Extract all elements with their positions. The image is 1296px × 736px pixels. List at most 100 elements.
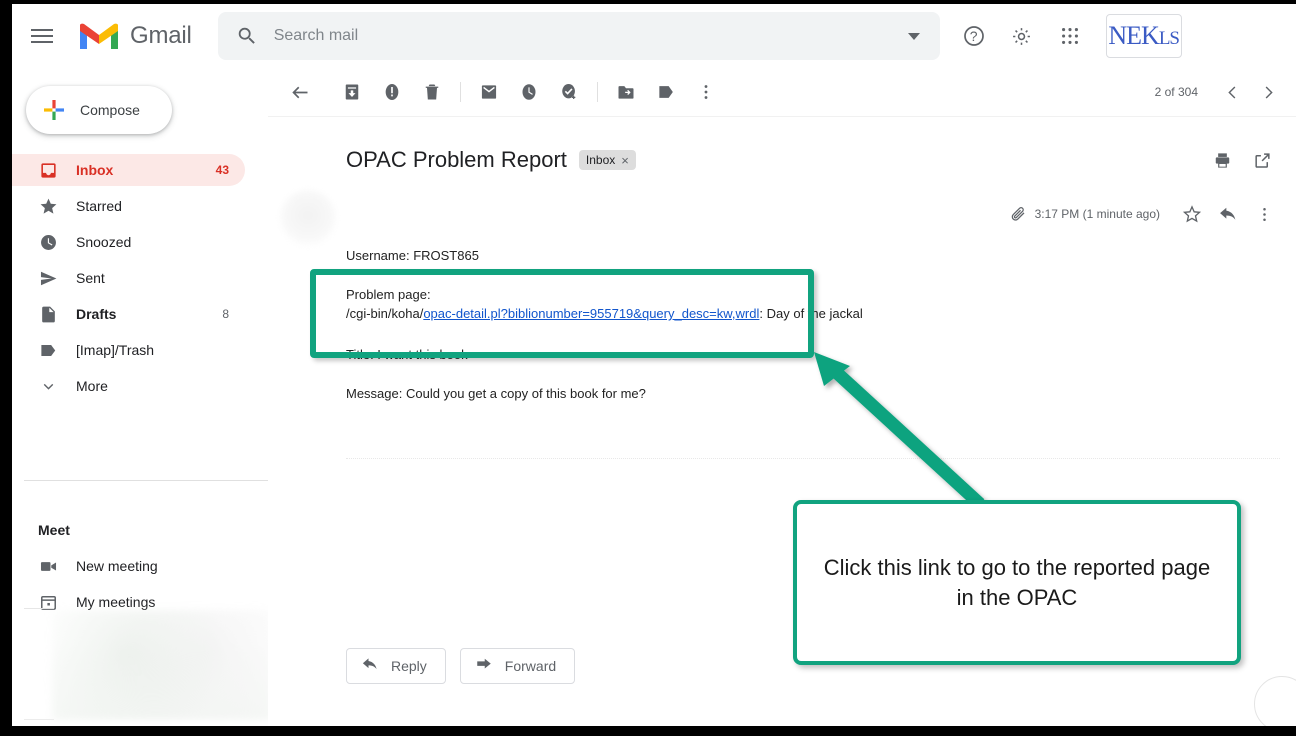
decorative-divider: [24, 608, 54, 609]
calendar-icon: [38, 592, 58, 612]
sidebar-item-new-meeting[interactable]: New meeting: [12, 550, 245, 582]
delete-icon[interactable]: [412, 72, 452, 112]
labels-icon[interactable]: [646, 72, 686, 112]
email-header-actions: [1202, 140, 1282, 180]
sidebar-item-snoozed[interactable]: Snoozed: [12, 226, 245, 258]
chevron-down-icon: [38, 376, 58, 396]
search-bar[interactable]: [217, 12, 940, 60]
page-title: OPAC Problem Report: [346, 147, 567, 172]
gmail-window: Gmail ?: [12, 4, 1296, 726]
plus-icon: [42, 98, 66, 122]
video-camera-icon: [38, 556, 58, 576]
add-to-tasks-icon[interactable]: [549, 72, 589, 112]
move-to-icon[interactable]: [606, 72, 646, 112]
sidebar: Compose Inbox 43 Starred Snoozed Sent Dr…: [12, 68, 272, 726]
gear-icon[interactable]: [1000, 14, 1044, 58]
email-actions: Reply Forward: [346, 648, 576, 684]
reply-button[interactable]: Reply: [346, 648, 446, 684]
more-vertical-icon[interactable]: [1246, 196, 1282, 232]
clock-icon: [38, 232, 58, 252]
label-icon: [38, 340, 58, 360]
sidebar-item-starred[interactable]: Starred: [12, 190, 245, 222]
label-chip-text: Inbox: [585, 153, 616, 167]
sender-avatar-placeholder: [280, 190, 336, 246]
inbox-icon: [38, 160, 58, 180]
email-toolbar: 2 of 304: [268, 68, 1296, 117]
sidebar-item-count: 8: [222, 307, 229, 321]
sidebar-item-label: Sent: [76, 270, 105, 286]
help-circle-icon[interactable]: ?: [952, 14, 996, 58]
gmail-wordmark: Gmail: [130, 22, 192, 49]
toolbar-divider: [460, 82, 461, 102]
pagination: 2 of 304: [1155, 68, 1286, 116]
search-options-chevron-down-icon[interactable]: [907, 32, 920, 40]
sidebar-item-sent[interactable]: Sent: [12, 262, 245, 294]
archive-icon[interactable]: [332, 72, 372, 112]
gmail-m-logo-icon: [78, 20, 120, 52]
message-line: Message: Could you get a copy of this bo…: [346, 386, 646, 401]
decorative-divider: [24, 719, 54, 720]
chevron-left-icon[interactable]: [1214, 74, 1250, 110]
sidebar-item-drafts[interactable]: Drafts 8: [12, 298, 245, 330]
star-outline-icon[interactable]: [1174, 196, 1210, 232]
reply-arrow-icon[interactable]: [1210, 196, 1246, 232]
print-icon[interactable]: [1202, 140, 1242, 180]
pagination-count: 2 of 304: [1154, 85, 1198, 99]
annotation-callout: Click this link to go to the reported pa…: [793, 500, 1241, 665]
chat-bubble-placeholder[interactable]: [1254, 676, 1296, 726]
sidebar-item-label: Inbox: [76, 162, 114, 178]
compose-label: Compose: [80, 102, 140, 118]
back-arrow-icon[interactable]: [280, 72, 320, 112]
report-spam-icon[interactable]: [372, 72, 412, 112]
reply-arrow-icon: [361, 655, 379, 678]
sidebar-item-label: My meetings: [76, 594, 156, 610]
sidebar-item-more[interactable]: More: [12, 370, 245, 402]
forward-button[interactable]: Forward: [459, 648, 576, 684]
sidebar-item-label: [Imap]/Trash: [76, 342, 155, 358]
toolbar-divider: [597, 82, 598, 102]
forward-button-label: Forward: [504, 658, 557, 674]
open-in-new-icon[interactable]: [1242, 140, 1282, 180]
forward-arrow-icon: [475, 655, 493, 678]
hamburger-menu-icon[interactable]: [18, 12, 66, 60]
star-icon: [38, 196, 58, 216]
meet-section-title: Meet: [38, 522, 70, 538]
sidebar-nav-list: Inbox 43 Starred Snoozed Sent Drafts 8 […: [12, 154, 245, 402]
search-icon: [236, 25, 258, 47]
email-subject-row: OPAC Problem Report Inbox ×: [268, 132, 1296, 188]
email-body-divider: [346, 458, 1280, 459]
mark-unread-icon[interactable]: [469, 72, 509, 112]
sidebar-item-label: Drafts: [76, 306, 117, 322]
search-input[interactable]: [273, 27, 908, 45]
compose-button[interactable]: Compose: [26, 86, 172, 134]
avatar-initials: NEKLS: [1108, 21, 1180, 50]
reply-button-label: Reply: [391, 658, 427, 674]
email-timestamp: 3:17 PM (1 minute ago): [1034, 207, 1160, 221]
avatar[interactable]: NEKLS: [1105, 14, 1182, 58]
close-icon[interactable]: ×: [621, 153, 629, 168]
snooze-icon[interactable]: [509, 72, 549, 112]
username-line: Username: FROST865: [346, 248, 479, 263]
sidebar-item-label: New meeting: [76, 558, 158, 574]
sidebar-item-label: Snoozed: [76, 234, 132, 250]
draft-icon: [38, 304, 58, 324]
annotation-callout-text: Click this link to go to the reported pa…: [823, 554, 1211, 610]
sidebar-item-count: 43: [215, 163, 229, 177]
email-meta-row: 3:17 PM (1 minute ago): [1009, 196, 1282, 232]
sidebar-item-imap-trash[interactable]: [Imap]/Trash: [12, 334, 245, 366]
sidebar-item-label: Starred: [76, 198, 122, 214]
blurred-content-ghost: [52, 610, 272, 720]
more-options-icon[interactable]: [686, 72, 726, 112]
send-icon: [38, 268, 58, 288]
annotation-highlight-box: [310, 269, 814, 358]
top-app-bar: Gmail ?: [12, 4, 1296, 68]
chevron-right-icon[interactable]: [1250, 74, 1286, 110]
apps-grid-icon[interactable]: [1048, 14, 1092, 58]
sidebar-item-label: More: [76, 378, 108, 394]
paperclip-icon: [1009, 205, 1027, 223]
toolbar-divider: [268, 116, 1296, 117]
sidebar-item-inbox[interactable]: Inbox 43: [12, 154, 245, 186]
status-badge[interactable]: Inbox ×: [578, 150, 636, 170]
gmail-logo[interactable]: Gmail: [78, 20, 192, 52]
sidebar-divider: [24, 480, 268, 481]
